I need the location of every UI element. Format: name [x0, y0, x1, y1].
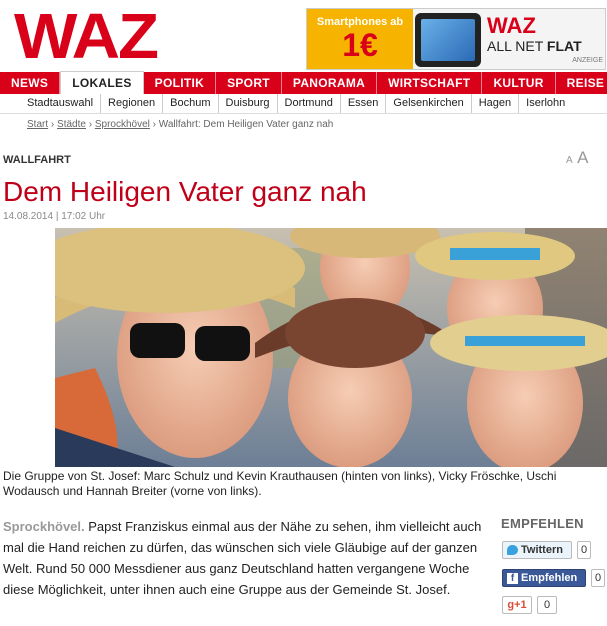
- nav-item-wirtschaft[interactable]: WIRTSCHAFT: [377, 72, 483, 94]
- article-location: Sprockhövel.: [3, 519, 85, 534]
- ad-note: ANZEIGE: [572, 57, 603, 64]
- breadcrumb-sprockhoevel[interactable]: Sprockhövel: [95, 119, 150, 130]
- ad-brand: WAZ: [487, 13, 536, 38]
- subnav-item-regionen[interactable]: Regionen: [101, 94, 164, 113]
- nav-item-sport[interactable]: SPORT: [216, 72, 282, 94]
- twitter-count: 0: [577, 541, 591, 559]
- article-lead: Sprockhövel. Papst Franziskus einmal aus…: [3, 516, 483, 600]
- nav-item-panorama[interactable]: PANORAMA: [282, 72, 378, 94]
- breadcrumb-current: Wallfahrt: Dem Heiligen Vater ganz nah: [158, 119, 334, 130]
- share-box: EMPFEHLEN Twittern 0 f Empfehlen 0 g+1 0: [501, 516, 607, 614]
- breadcrumb-start[interactable]: Start: [27, 119, 48, 130]
- nav-item-lokales[interactable]: LOKALES: [60, 71, 144, 94]
- subnav-item-dortmund[interactable]: Dortmund: [278, 94, 341, 113]
- font-size-control: A A: [566, 148, 588, 168]
- nav-item-politik[interactable]: POLITIK: [144, 72, 217, 94]
- main-nav: NEWS LOKALES POLITIK SPORT PANORAMA WIRT…: [0, 71, 607, 94]
- subnav-item-gelsenkirchen[interactable]: Gelsenkirchen: [386, 94, 472, 113]
- breadcrumb: Start › Städte › Sprockhövel › Wallfahrt…: [27, 119, 334, 130]
- group-selfie-image: [55, 228, 607, 467]
- font-smaller-button[interactable]: A: [566, 155, 573, 166]
- article-photo[interactable]: [55, 228, 607, 467]
- subnav-item-stadtauswahl[interactable]: Stadtauswahl: [0, 94, 102, 113]
- twitter-share-button[interactable]: Twittern: [502, 541, 572, 559]
- article-dateline: 14.08.2014 | 17:02 Uhr: [3, 211, 106, 222]
- ad-price-box: Smartphones ab 1€: [307, 9, 413, 69]
- nav-item-reise[interactable]: REISE: [556, 72, 607, 94]
- subnav-item-hagen[interactable]: Hagen: [472, 94, 520, 113]
- twitter-icon: [507, 545, 518, 555]
- masthead: WAZ Smartphones ab 1€ WAZ ALL NET FLAT A…: [0, 0, 607, 72]
- ad-brand-box: WAZ ALL NET FLAT ANZEIGE: [487, 13, 603, 65]
- subnav-item-essen[interactable]: Essen: [341, 94, 387, 113]
- facebook-icon: f: [507, 573, 518, 584]
- sub-nav: Stadtauswahl Regionen Bochum Duisburg Do…: [0, 94, 607, 114]
- facebook-count: 0: [591, 569, 605, 587]
- waz-logo[interactable]: WAZ: [14, 4, 159, 68]
- advertisement-banner[interactable]: Smartphones ab 1€ WAZ ALL NET FLAT ANZEI…: [306, 8, 606, 70]
- ad-price: 1€: [342, 27, 378, 63]
- gplus-count: 0: [537, 596, 557, 614]
- article-kicker: WALLFAHRT: [3, 154, 71, 166]
- photo-caption: Die Gruppe von St. Josef: Marc Schulz un…: [3, 469, 557, 498]
- subnav-item-iserlohn[interactable]: Iserlohn: [519, 94, 572, 113]
- gplus-button[interactable]: g+1: [502, 596, 532, 614]
- nav-item-kultur[interactable]: KULTUR: [482, 72, 556, 94]
- smartphone-image: [415, 13, 481, 67]
- facebook-like-button[interactable]: f Empfehlen: [502, 569, 586, 587]
- font-larger-button[interactable]: A: [577, 148, 588, 167]
- subnav-item-duisburg[interactable]: Duisburg: [219, 94, 278, 113]
- ad-tagline: ALL NET FLAT: [487, 38, 582, 54]
- nav-item-news[interactable]: NEWS: [0, 72, 61, 94]
- share-title: EMPFEHLEN: [501, 516, 584, 531]
- breadcrumb-staedte[interactable]: Städte: [57, 119, 86, 130]
- article-title: Dem Heiligen Vater ganz nah: [3, 176, 367, 207]
- subnav-item-bochum[interactable]: Bochum: [163, 94, 219, 113]
